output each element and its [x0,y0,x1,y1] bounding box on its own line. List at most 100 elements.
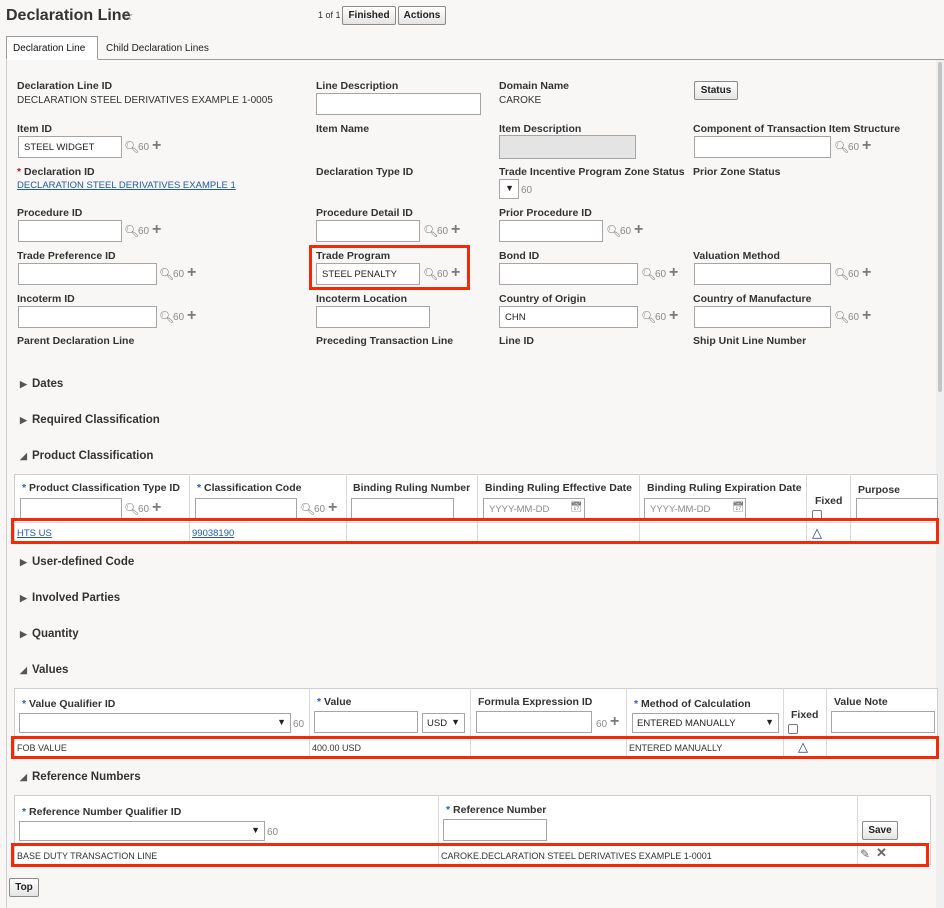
glasses-icon[interactable]: 60 [173,269,184,281]
section-dates[interactable]: ▶ Dates [20,378,63,390]
procedure-detail-id-input[interactable] [316,220,420,242]
formula-expression-input[interactable] [476,711,592,733]
plus-icon[interactable]: + [862,138,871,154]
search-icon[interactable]: 🔍︎ [159,268,174,280]
actions-button[interactable]: Actions [398,6,446,25]
method-of-calculation-select[interactable]: ENTERED MANUALLY ▼ [632,713,779,733]
purpose-filter-input[interactable] [856,498,938,520]
binding-ruling-expiration-filter-input[interactable]: YYYY-MM-DD [644,498,746,520]
favorite-star-icon[interactable]: ☆ [122,8,134,24]
line-description-input[interactable] [316,93,481,115]
glasses-icon[interactable]: 60 [267,827,278,839]
search-icon[interactable]: 🔍︎ [834,268,849,280]
glasses-icon[interactable]: 60 [138,504,149,516]
glasses-icon[interactable]: 60 [173,312,184,324]
component-input[interactable] [694,136,831,158]
search-icon[interactable]: 🔍︎ [124,141,139,153]
glasses-icon[interactable]: 60 [848,269,859,281]
search-icon[interactable]: 🔍︎ [641,311,656,323]
bond-id-input[interactable] [499,263,638,285]
glasses-icon[interactable]: 60 [437,226,448,238]
search-icon[interactable]: 🔍︎ [300,503,315,515]
value-input[interactable] [314,711,418,733]
item-description-textarea[interactable] [499,135,636,159]
glasses-icon[interactable]: 60 [138,226,149,238]
calendar-icon[interactable]: 📅︎ [732,502,745,514]
plus-icon[interactable]: + [669,308,678,324]
search-icon[interactable]: 🔍︎ [834,141,849,153]
section-user-defined-code[interactable]: ▶ User-defined Code [20,556,134,568]
plus-icon[interactable]: + [451,222,460,238]
reference-number-qualifier-select[interactable]: ▼ [19,821,265,841]
search-icon[interactable]: 🔍︎ [124,503,139,515]
glasses-icon[interactable]: 60 [437,269,448,281]
glasses-icon[interactable]: 60 [848,312,859,324]
plus-icon[interactable]: + [328,500,337,516]
glasses-icon[interactable]: 60 [655,269,666,281]
reference-number-input[interactable] [443,819,547,841]
search-icon[interactable]: 🔍︎ [124,225,139,237]
country-of-manufacture-input[interactable] [694,306,831,328]
valuation-method-input[interactable] [694,263,831,285]
plus-icon[interactable]: + [451,265,460,281]
glasses-icon[interactable]: 60 [521,185,532,197]
incoterm-location-input[interactable] [316,306,430,328]
search-icon[interactable]: 🔍︎ [423,225,438,237]
section-required-classification[interactable]: ▶ Required Classification [20,414,160,426]
glasses-icon[interactable]: 60 [138,142,149,154]
status-button[interactable]: Status [694,81,738,100]
scrollbar-thumb[interactable] [938,62,942,392]
plus-icon[interactable]: + [669,265,678,281]
pencil-icon[interactable]: ✎ [860,848,870,860]
glasses-icon[interactable]: 60 [314,504,325,516]
plus-icon[interactable]: + [634,222,643,238]
incoterm-id-input[interactable] [18,306,157,328]
glasses-icon[interactable]: 60 [848,142,859,154]
glasses-icon[interactable]: 60 [596,719,607,731]
search-icon[interactable]: 🔍︎ [641,268,656,280]
plus-icon[interactable]: + [152,138,161,154]
trade-program-input[interactable]: STEEL PENALTY [316,263,420,285]
tip-zone-status-select[interactable]: ▼ [499,179,519,199]
glasses-icon[interactable]: 60 [620,226,631,238]
currency-select[interactable]: USD ▼ [422,713,465,733]
plus-icon[interactable]: + [862,308,871,324]
tab-child-declaration-lines[interactable]: Child Declaration Lines [100,36,220,60]
trade-preference-id-input[interactable] [18,263,157,285]
pc-row-type-id-link[interactable]: HTS US [17,528,52,539]
plus-icon[interactable]: + [862,265,871,281]
plus-icon[interactable]: + [152,500,161,516]
save-button[interactable]: Save [862,821,898,840]
calendar-icon[interactable]: 📅︎ [570,502,583,514]
section-values[interactable]: ◢ Values [20,664,68,676]
binding-ruling-number-filter-input[interactable] [351,498,454,520]
section-quantity[interactable]: ▶ Quantity [20,628,79,640]
top-button[interactable]: Top [9,878,39,897]
declaration-id-link[interactable]: DECLARATION STEEL DERIVATIVES EXAMPLE 1 [17,180,236,191]
plus-icon[interactable]: + [152,222,161,238]
value-note-input[interactable] [831,711,935,733]
plus-icon[interactable]: + [610,714,619,730]
section-product-classification[interactable]: ◢ Product Classification [20,450,153,462]
section-reference-numbers[interactable]: ◢ Reference Numbers [20,771,141,783]
finished-button[interactable]: Finished [342,6,396,25]
search-icon[interactable]: 🔍︎ [159,311,174,323]
tab-declaration-line[interactable]: Declaration Line [6,36,98,60]
search-icon[interactable]: 🔍︎ [834,311,849,323]
search-icon[interactable]: 🔍︎ [423,268,438,280]
plus-icon[interactable]: + [187,265,196,281]
country-of-origin-input[interactable]: CHN [499,306,638,328]
pc-row-code-link[interactable]: 99038190 [192,528,234,539]
section-involved-parties[interactable]: ▶ Involved Parties [20,592,120,604]
search-icon[interactable]: 🔍︎ [606,225,621,237]
prior-procedure-id-input[interactable] [499,220,603,242]
values-fixed-checkbox[interactable] [788,724,798,734]
glasses-icon[interactable]: 60 [293,719,304,731]
delete-icon[interactable]: ✕ [876,846,887,859]
pc-type-id-filter-input[interactable] [20,498,122,520]
item-id-input[interactable]: STEEL WIDGET [18,136,122,158]
value-qualifier-select[interactable]: ▼ [19,713,291,733]
pc-code-filter-input[interactable] [195,498,297,520]
plus-icon[interactable]: + [187,308,196,324]
procedure-id-input[interactable] [18,220,122,242]
